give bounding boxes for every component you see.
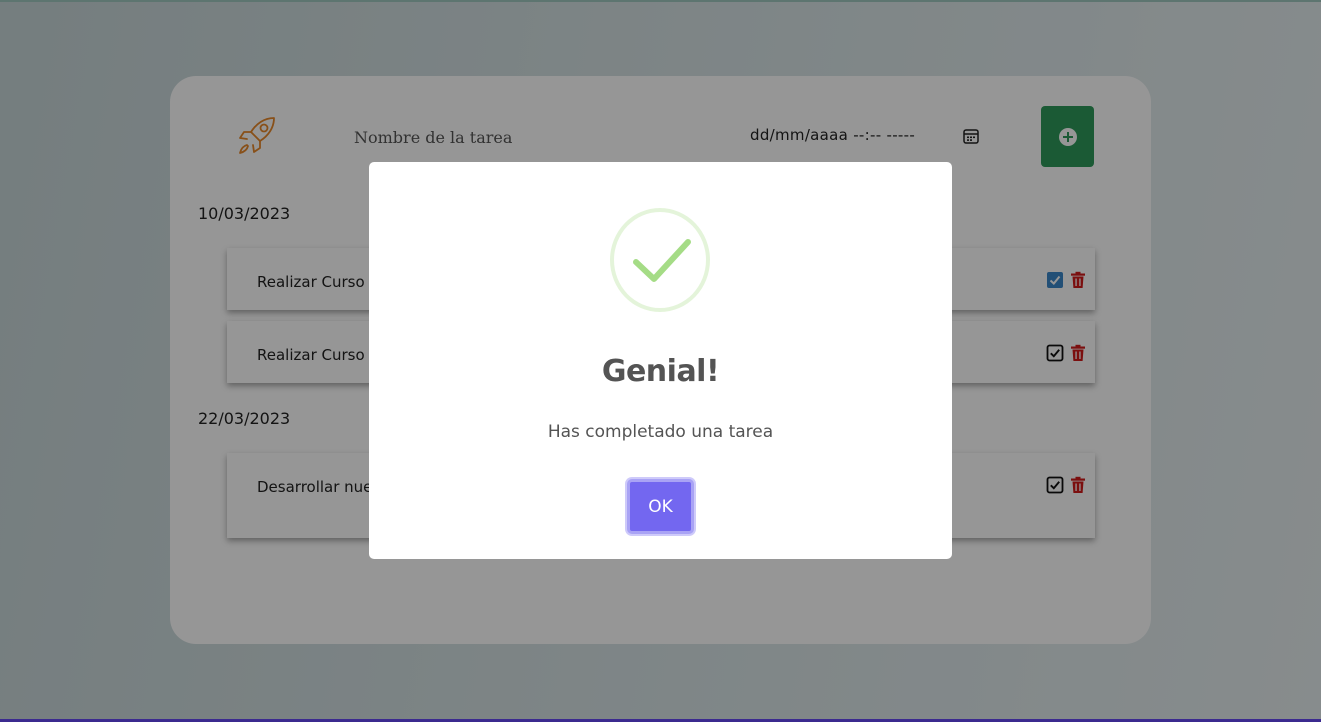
success-dialog: Genial! Has completado una tarea OK	[369, 162, 952, 559]
success-check-icon	[610, 208, 710, 312]
dialog-message: Has completado una tarea	[547, 422, 774, 442]
ok-button[interactable]: OK	[627, 479, 694, 534]
dialog-title: Genial!	[601, 354, 720, 389]
